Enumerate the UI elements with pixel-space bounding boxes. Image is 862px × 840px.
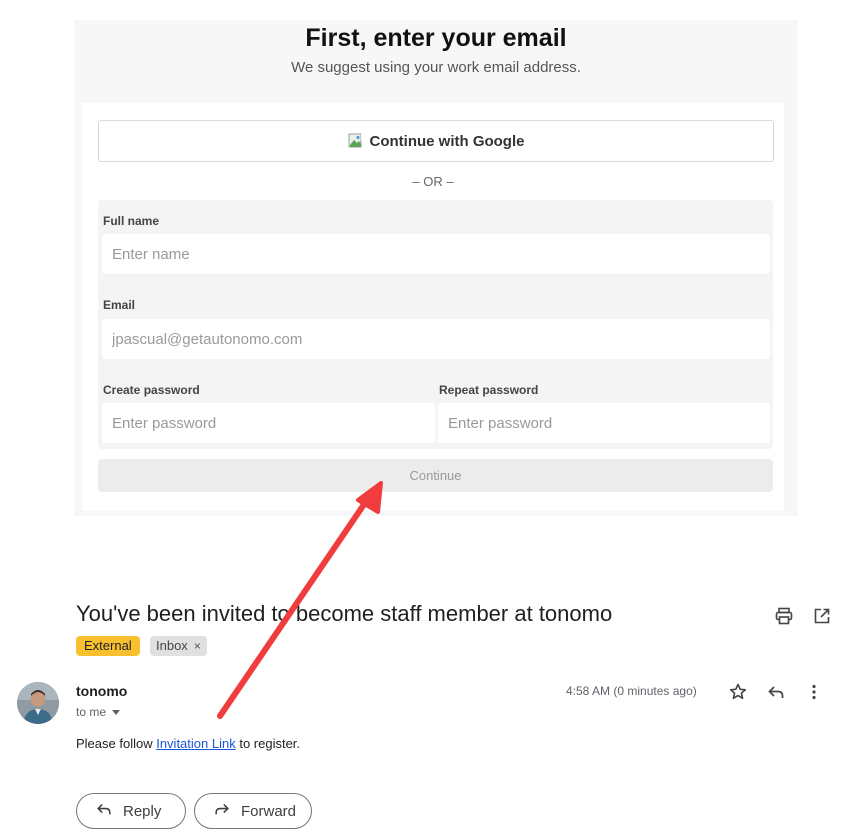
signup-form-card: Continue with Google – OR – Full name Em… xyxy=(82,103,784,511)
forward-icon xyxy=(213,800,231,822)
body-text-prefix: Please follow xyxy=(76,736,157,751)
message-timestamp: 4:58 AM (0 minutes ago) xyxy=(566,684,697,698)
continue-button[interactable]: Continue xyxy=(98,459,773,492)
invitation-link[interactable]: Invitation Link xyxy=(156,736,236,751)
broken-image-icon xyxy=(348,133,364,149)
email-subject: You've been invited to become staff memb… xyxy=(76,601,613,626)
reply-icon[interactable] xyxy=(766,682,786,702)
open-in-new-window-icon[interactable] xyxy=(812,606,832,626)
recipient-text: to me xyxy=(76,705,107,719)
signup-panel: First, enter your email We suggest using… xyxy=(74,20,798,516)
or-divider: – OR – xyxy=(412,174,454,189)
signup-title: First, enter your email xyxy=(305,24,567,52)
full-name-label: Full name xyxy=(103,214,160,228)
repeat-password-label: Repeat password xyxy=(439,383,539,397)
star-icon[interactable] xyxy=(728,682,748,702)
email-label: Email xyxy=(103,298,136,312)
email-input[interactable] xyxy=(102,319,770,359)
continue-with-google-button[interactable]: Continue with Google xyxy=(98,120,774,162)
google-button-label: Continue with Google xyxy=(369,132,525,150)
reply-button-label: Reply xyxy=(123,802,162,820)
body-text-suffix: to register. xyxy=(235,736,301,751)
sender-name[interactable]: tonomo xyxy=(76,683,127,699)
label-chip-inbox: Inbox × xyxy=(150,636,207,656)
remove-label-icon[interactable]: × xyxy=(194,636,201,656)
repeat-password-input[interactable] xyxy=(438,403,770,443)
forward-button-label: Forward xyxy=(241,802,297,820)
sender-avatar[interactable] xyxy=(17,682,59,724)
recipient-details-toggle[interactable]: to me xyxy=(76,705,121,719)
subject-toolbar xyxy=(774,606,832,626)
create-password-input[interactable] xyxy=(102,403,435,443)
printer-icon[interactable] xyxy=(774,606,794,626)
create-password-label: Create password xyxy=(103,383,200,397)
more-vertical-icon[interactable] xyxy=(804,682,824,702)
label-chip-external: External xyxy=(76,636,140,656)
message-body: Please follow Invitation Link to registe… xyxy=(76,736,300,751)
message-toolbar xyxy=(728,682,824,702)
signup-subtitle: We suggest using your work email address… xyxy=(291,59,581,76)
forward-button[interactable]: Forward xyxy=(194,793,312,829)
signup-fields: Full name Email Create password Repeat p… xyxy=(98,200,773,449)
chevron-down-icon xyxy=(112,705,121,719)
reply-icon xyxy=(95,800,113,822)
full-name-input[interactable] xyxy=(102,234,770,274)
reply-button[interactable]: Reply xyxy=(76,793,186,829)
label-chip-inbox-text: Inbox xyxy=(156,638,188,653)
